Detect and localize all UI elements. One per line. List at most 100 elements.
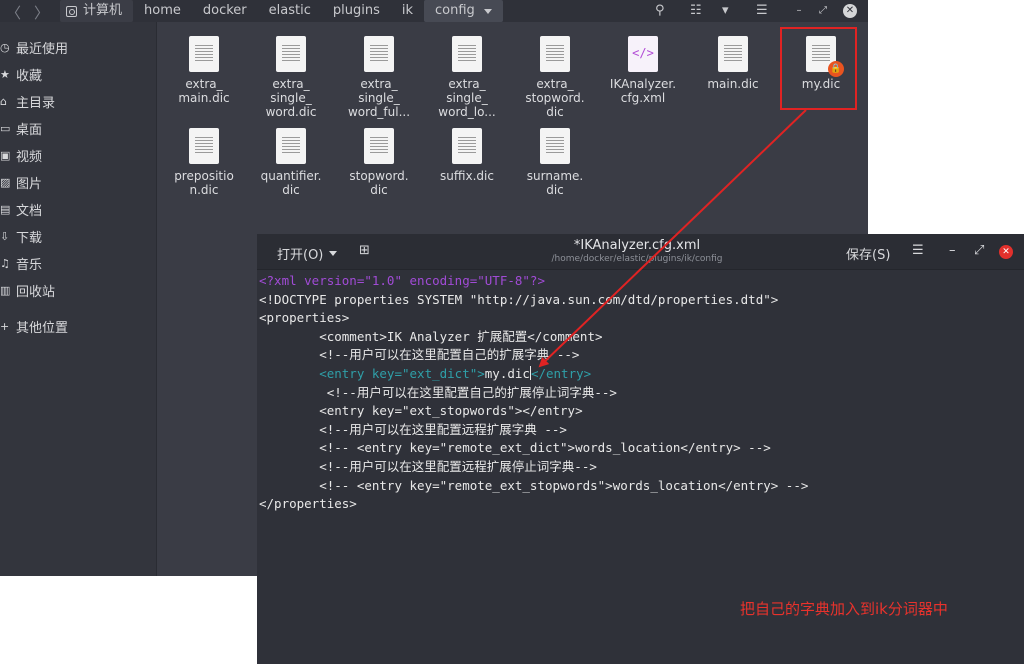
- sidebar-item[interactable]: ▤ 文档: [0, 198, 42, 220]
- breadcrumb-computer[interactable]: 计算机: [60, 0, 134, 22]
- document-lines: [546, 137, 564, 155]
- sidebar-item-icon: ◷: [0, 40, 10, 54]
- breadcrumb-home[interactable]: home: [133, 0, 192, 22]
- file-name: surname. dic: [526, 169, 584, 197]
- file-item[interactable]: </> IKAnalyzer. cfg.xml: [598, 36, 688, 105]
- breadcrumb-plugins[interactable]: plugins: [322, 0, 391, 22]
- file-name: extra_ stopword. dic: [525, 77, 585, 119]
- code-segment: <entry key="ext_stopwords"></entry>: [259, 403, 583, 419]
- maximize-button[interactable]: ⤢: [816, 4, 830, 18]
- search-icon[interactable]: ⚲: [655, 3, 665, 18]
- sidebar-item[interactable]: ▣ 视频: [0, 144, 42, 166]
- sidebar-item-icon: ♫: [0, 256, 10, 270]
- code-segment: <!--用户可以在这里配置自己的扩展字典 -->: [259, 347, 580, 363]
- breadcrumb-label: 计算机: [83, 3, 123, 18]
- sidebar-item-label: 最近使用: [16, 41, 69, 57]
- sidebar-item[interactable]: ▭ 桌面: [0, 117, 42, 139]
- code-line: <?xml version="1.0" encoding="UTF-8"?>: [259, 272, 1024, 291]
- xml-code-glyph: </>: [632, 46, 654, 60]
- breadcrumb-ik[interactable]: ik: [391, 0, 424, 22]
- code-line: <!--用户可以在这里配置自己的扩展停止词字典-->: [259, 384, 1024, 403]
- sidebar-item[interactable]: ♫ 音乐: [0, 252, 42, 274]
- code-line: <!--用户可以在这里配置自己的扩展字典 -->: [259, 346, 1024, 365]
- selection-highlight-box: [780, 27, 857, 110]
- code-segment: <!--用户可以在这里配置远程扩展字典 -->: [259, 421, 567, 437]
- open-button[interactable]: 打开(O): [277, 244, 338, 263]
- code-line: <!DOCTYPE properties SYSTEM "http://java…: [259, 291, 1024, 310]
- editor-header: 打开(O) ⊞ *IKAnalyzer.cfg.xml /home/docker…: [257, 234, 1024, 270]
- sidebar-item[interactable]: ▨ 图片: [0, 171, 42, 193]
- file-item[interactable]: stopword. dic: [334, 128, 424, 197]
- file-item[interactable]: extra_ main.dic: [159, 36, 249, 105]
- code-line: <entry key="ext_stopwords"></entry>: [259, 402, 1024, 421]
- file-item[interactable]: main.dic: [688, 36, 778, 91]
- sidebar-item-label: 桌面: [16, 122, 43, 138]
- file-item[interactable]: extra_ single_ word_ful...: [334, 36, 424, 119]
- code-line: <properties>: [259, 309, 1024, 328]
- menu-icon[interactable]: ☰: [912, 243, 924, 258]
- document-lines: [282, 45, 300, 63]
- code-line: <entry key="ext_dict">my.dic</entry>: [259, 365, 1024, 384]
- file-item[interactable]: extra_ single_ word_lo...: [422, 36, 512, 119]
- code-segment: my.dic: [484, 365, 530, 381]
- text-document-icon: [718, 36, 748, 72]
- file-item[interactable]: quantifier. dic: [246, 128, 336, 197]
- breadcrumb-elastic[interactable]: elastic: [258, 0, 322, 22]
- minimize-button[interactable]: –: [792, 4, 806, 18]
- sidebar-item[interactable]: ▥ 回收站: [0, 279, 55, 301]
- code-segment: <!-- <entry key="remote_ext_stopwords">w…: [259, 477, 809, 493]
- document-lines: [370, 45, 388, 63]
- text-document-icon: [276, 36, 306, 72]
- document-title: *IKAnalyzer.cfg.xml: [573, 238, 701, 253]
- back-button[interactable]: 〈: [6, 2, 21, 23]
- xml-document-icon: </>: [628, 36, 658, 72]
- close-button[interactable]: ✕: [999, 245, 1013, 259]
- forward-button[interactable]: 〉: [34, 2, 49, 23]
- file-name: main.dic: [707, 77, 759, 91]
- file-name: stopword. dic: [349, 169, 409, 197]
- document-lines: [195, 45, 213, 63]
- text-document-icon: [540, 36, 570, 72]
- file-item[interactable]: extra_ stopword. dic: [510, 36, 600, 119]
- open-button-label: 打开(O): [277, 248, 324, 263]
- file-name: extra_ single_ word_lo...: [438, 77, 496, 119]
- text-document-icon: [189, 36, 219, 72]
- code-line: <!-- <entry key="remote_ext_stopwords">w…: [259, 477, 1024, 496]
- code-segment: <entry key="ext_dict">: [259, 365, 485, 381]
- new-document-icon[interactable]: ⊞: [359, 243, 373, 258]
- list-view-icon[interactable]: ☷: [690, 3, 702, 18]
- file-name: extra_ main.dic: [178, 77, 230, 105]
- chevron-down-icon: [329, 251, 338, 256]
- sidebar-item-label: 其他位置: [16, 320, 69, 336]
- breadcrumb-docker[interactable]: docker: [192, 0, 258, 22]
- menu-icon[interactable]: ☰: [756, 3, 768, 18]
- file-name: quantifier. dic: [260, 169, 322, 197]
- annotation-text: 把自己的字典加入到ik分词器中: [740, 600, 948, 618]
- sidebar-item-icon: ▨: [0, 175, 11, 189]
- file-item[interactable]: suffix.dic: [422, 128, 512, 183]
- sidebar-item-icon: ▤: [0, 202, 11, 216]
- code-segment: <?xml version="1.0" encoding="UTF-8"?>: [259, 273, 545, 288]
- file-name: prepositio n.dic: [174, 169, 234, 197]
- save-button[interactable]: 保存(S): [846, 244, 890, 263]
- sidebar-item[interactable]: ◷ 最近使用: [0, 36, 68, 58]
- maximize-button[interactable]: ⤢: [974, 243, 984, 258]
- sidebar-item-icon: ▥: [0, 283, 11, 297]
- close-button[interactable]: ✕: [843, 4, 857, 18]
- file-item[interactable]: surname. dic: [510, 128, 600, 197]
- sidebar-item[interactable]: ⌂ 主目录: [0, 90, 55, 112]
- code-segment: <!DOCTYPE properties SYSTEM "http://java…: [259, 291, 779, 307]
- code-editor[interactable]: <?xml version="1.0" encoding="UTF-8"?> <!…: [259, 272, 1024, 514]
- sidebar-item[interactable]: ★ 收藏: [0, 63, 42, 85]
- sidebar-item-icon: +: [0, 319, 10, 333]
- sidebar-item-label: 图片: [16, 176, 43, 192]
- file-item[interactable]: prepositio n.dic: [159, 128, 249, 197]
- sidebar-item[interactable]: ⇩ 下载: [0, 225, 42, 247]
- sidebar-item[interactable]: + 其他位置: [0, 315, 68, 337]
- minimize-button[interactable]: –: [949, 243, 956, 258]
- code-line: <!--用户可以在这里配置远程扩展字典 -->: [259, 421, 1024, 440]
- breadcrumb-config[interactable]: config: [423, 0, 503, 22]
- view-options-icon[interactable]: ▾: [722, 3, 729, 18]
- sidebar-item-label: 视频: [16, 149, 43, 165]
- file-item[interactable]: extra_ single_ word.dic: [246, 36, 336, 119]
